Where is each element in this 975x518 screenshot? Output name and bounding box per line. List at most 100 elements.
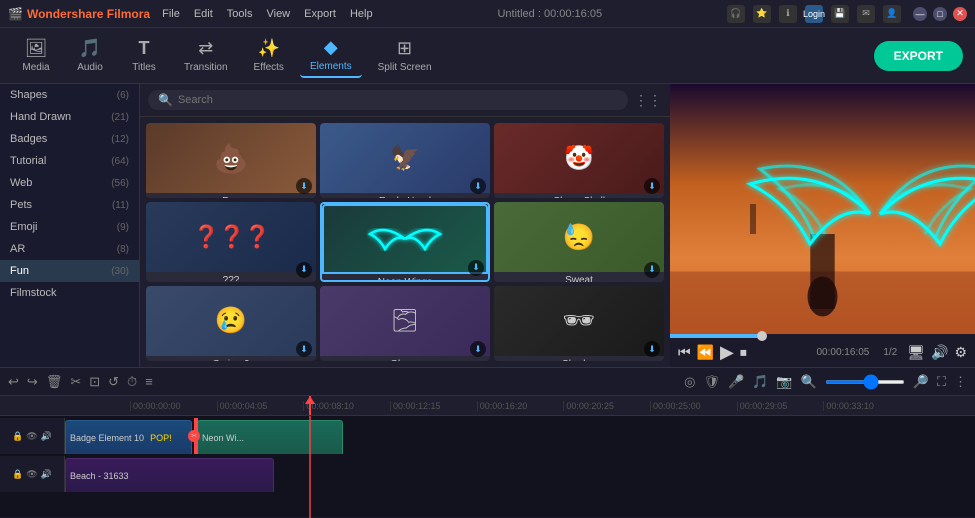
panel-handdrawn[interactable]: Hand Drawn (21)	[0, 106, 139, 128]
zoom-out-icon[interactable]: 🔍	[801, 374, 817, 390]
download-shades[interactable]: ⬇	[644, 341, 660, 357]
grid-item-gloom[interactable]: 🌫 Gloom ⬇	[320, 286, 490, 361]
headset-icon[interactable]: 🎧	[727, 5, 745, 23]
timeline: ↩ ↪ 🗑 ✂ ⊡ ↺ ⏱ ≡ ◎ 🛡 🎤 🎵 📷 🔍 🔎 ⛶ ⋮ 00:00:…	[0, 367, 975, 517]
music-icon[interactable]: 🎵	[752, 374, 768, 390]
menu-tools[interactable]: Tools	[227, 8, 253, 20]
panel-fun[interactable]: Fun (30)	[0, 260, 139, 282]
stop-button[interactable]: ⏹	[740, 344, 747, 361]
pop-icon: POP!	[150, 433, 172, 443]
grid-item-qqq[interactable]: ❓❓❓ ??? ⬇	[146, 202, 316, 281]
menu-export[interactable]: Export	[304, 8, 336, 20]
shield-icon[interactable]: 🛡	[703, 374, 720, 390]
grid-item-shades[interactable]: 🕶 Shades ⬇	[494, 286, 664, 361]
grid-view-icon[interactable]: ⋮⋮	[634, 92, 662, 109]
undo-icon[interactable]: ↩	[8, 374, 19, 390]
split-label: Split Screen	[378, 62, 432, 73]
panel-pets[interactable]: Pets (11)	[0, 194, 139, 216]
volume-icon[interactable]: 🔊	[931, 344, 948, 361]
panel-ar[interactable]: AR (8)	[0, 238, 139, 260]
star-icon[interactable]: ⭐	[753, 5, 771, 23]
zoom-in-icon[interactable]: 🔎	[913, 374, 929, 390]
panel-web[interactable]: Web (56)	[0, 172, 139, 194]
clip-beach[interactable]: Beach - 31633	[65, 458, 274, 492]
video-lock-icon[interactable]: 🔒	[12, 469, 23, 480]
panel-shapes[interactable]: Shapes (6)	[0, 84, 139, 106]
clip-badge[interactable]: Badge Element 10 POP!	[65, 420, 192, 454]
download-crying2[interactable]: ⬇	[296, 341, 312, 357]
maximize-button[interactable]: □	[933, 7, 947, 21]
video-audio-icon[interactable]: 🔊	[41, 469, 52, 480]
zoom-slider[interactable]	[825, 380, 905, 384]
export-button[interactable]: EXPORT	[874, 41, 963, 71]
screen-icon[interactable]: 🖥	[907, 344, 925, 361]
skip-back-button[interactable]: ⏮	[678, 344, 691, 361]
panel-badges[interactable]: Badges (12)	[0, 128, 139, 150]
download-gloom[interactable]: ⬇	[470, 341, 486, 357]
settings-icon[interactable]: ⚙	[954, 344, 967, 361]
logo-icon: 🎬	[8, 7, 23, 21]
menu-file[interactable]: File	[162, 8, 180, 20]
crop-icon[interactable]: ⊡	[89, 374, 100, 390]
grid-item-clown[interactable]: 🤡 Clown Skull ⬇	[494, 123, 664, 198]
label-clown: Clown Skull	[494, 193, 664, 198]
track-icon[interactable]: ◎	[684, 374, 695, 390]
fullscreen-icon[interactable]: ⛶	[937, 374, 946, 390]
thumb-clown: 🤡	[494, 123, 664, 193]
download-neon[interactable]: ⬇	[468, 260, 484, 276]
menu-edit[interactable]: Edit	[194, 8, 213, 20]
play-button[interactable]: ▶	[720, 342, 734, 363]
login-button[interactable]: Login	[805, 5, 823, 23]
grid-item-sweat[interactable]: 😓 Sweat ⬇	[494, 202, 664, 281]
camera-icon[interactable]: 📷	[776, 374, 792, 390]
toolbar-audio[interactable]: 🎵 Audio	[66, 34, 114, 77]
download-qqq[interactable]: ⬇	[296, 262, 312, 278]
track-video-content[interactable]: Beach - 31633	[65, 456, 975, 492]
toolbar-effects[interactable]: ✨ Effects	[244, 34, 294, 77]
speed-icon[interactable]: ↺	[108, 374, 119, 390]
timeline-tracks: 🔒 👁 🔊 Badge Element 10 POP! Neon Wi...	[0, 416, 975, 518]
close-button[interactable]: ✕	[953, 7, 967, 21]
content-panel: 🔍 ⋮⋮ 💩 Poo ⬇ 🦅 Eagle Head ⬇ 🤡 Clown Skul…	[140, 84, 670, 367]
user-icon[interactable]: 👤	[883, 5, 901, 23]
mark-8: 00:00:33:10	[823, 401, 910, 411]
search-input[interactable]	[178, 94, 618, 106]
cut-icon[interactable]: ✂	[70, 374, 81, 390]
track-elements-content[interactable]: Badge Element 10 POP! Neon Wi... ✂	[65, 418, 975, 454]
progress-thumb[interactable]	[757, 331, 767, 341]
lock-icon[interactable]: 🔒	[12, 431, 23, 442]
panel-emoji[interactable]: Emoji (9)	[0, 216, 139, 238]
search-box[interactable]: 🔍	[148, 90, 628, 110]
panel-tutorial[interactable]: Tutorial (64)	[0, 150, 139, 172]
audio-track-icon[interactable]: 🔊	[41, 431, 52, 442]
step-back-button[interactable]: ⏪	[697, 344, 714, 361]
toolbar-media[interactable]: 🖼 Media	[12, 34, 60, 77]
download-sweat[interactable]: ⬇	[644, 262, 660, 278]
video-eye-icon[interactable]: 👁	[26, 469, 37, 480]
redo-icon[interactable]: ↪	[27, 374, 38, 390]
menu-view[interactable]: View	[266, 8, 290, 20]
panel-filmstock[interactable]: Filmstock	[0, 282, 139, 304]
mic-icon[interactable]: 🎤	[728, 374, 744, 390]
mail-icon[interactable]: ✉	[857, 5, 875, 23]
toolbar-transition[interactable]: ⇄ Transition	[174, 34, 238, 77]
minimize-button[interactable]: —	[913, 7, 927, 21]
toolbar-titles[interactable]: T Titles	[120, 34, 168, 77]
menu-help[interactable]: Help	[350, 8, 373, 20]
toolbar-split[interactable]: ⊞ Split Screen	[368, 34, 442, 77]
more-icon[interactable]: ⋮	[954, 374, 967, 390]
info-icon[interactable]: ℹ	[779, 5, 797, 23]
preview-progress-bar[interactable]	[670, 334, 975, 338]
clip-neon-wings[interactable]: Neon Wi...	[197, 420, 343, 454]
grid-item-crying2[interactable]: 😢 Crying 2 ⬇	[146, 286, 316, 361]
timeline-toolbar: ↩ ↪ 🗑 ✂ ⊡ ↺ ⏱ ≡ ◎ 🛡 🎤 🎵 📷 🔍 🔎 ⛶ ⋮	[0, 368, 975, 396]
timer-icon[interactable]: ⏱	[127, 374, 137, 390]
grid-item-eagle[interactable]: 🦅 Eagle Head ⬇	[320, 123, 490, 198]
toolbar-elements[interactable]: ◆ Elements	[300, 33, 362, 78]
grid-item-neon[interactable]: Neon Wings ⬇	[320, 202, 490, 281]
save-icon[interactable]: 💾	[831, 5, 849, 23]
grid-item-poo[interactable]: 💩 Poo ⬇	[146, 123, 316, 198]
list-icon[interactable]: ≡	[145, 374, 153, 389]
eye-icon[interactable]: 👁	[26, 431, 37, 442]
delete-icon[interactable]: 🗑	[46, 374, 63, 390]
